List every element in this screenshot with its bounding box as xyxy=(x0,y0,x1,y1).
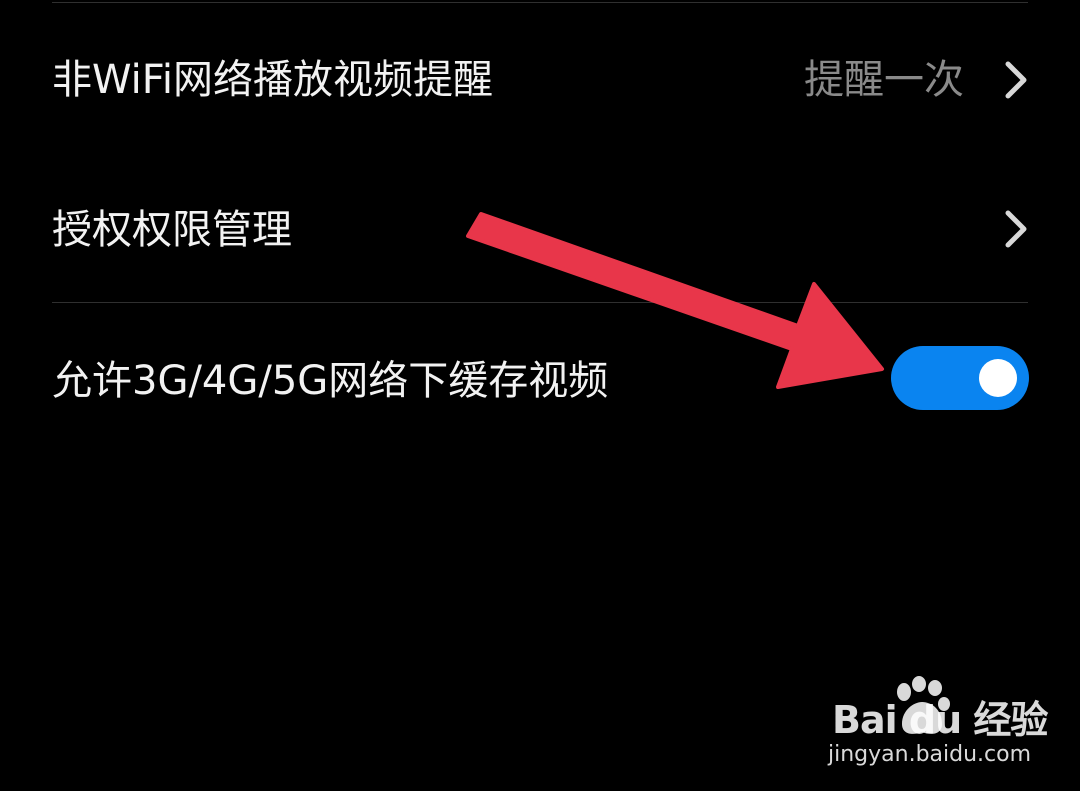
baidu-jingyan-watermark: Bai du 经验 jingyan.baidu.com xyxy=(826,676,1048,776)
mobile-cache-toggle[interactable] xyxy=(891,346,1029,410)
settings-item-value: 提醒一次 xyxy=(804,57,964,103)
settings-item-label: 授权权限管理 xyxy=(52,207,292,253)
settings-item-label: 非WiFi网络播放视频提醒 xyxy=(52,57,493,103)
settings-item-wifi-reminder[interactable]: 非WiFi网络播放视频提醒 提醒一次 xyxy=(0,2,1080,152)
settings-item-permission-management[interactable]: 授权权限管理 xyxy=(0,152,1080,302)
watermark-url: jingyan.baidu.com xyxy=(828,742,1032,767)
toggle-knob xyxy=(979,359,1017,397)
chevron-right-icon xyxy=(1005,61,1027,99)
watermark-brand: Bai du 经验 xyxy=(832,698,1048,742)
settings-item-label: 允许3G/4G/5G网络下缓存视频 xyxy=(52,358,609,404)
chevron-right-icon xyxy=(1005,210,1027,248)
